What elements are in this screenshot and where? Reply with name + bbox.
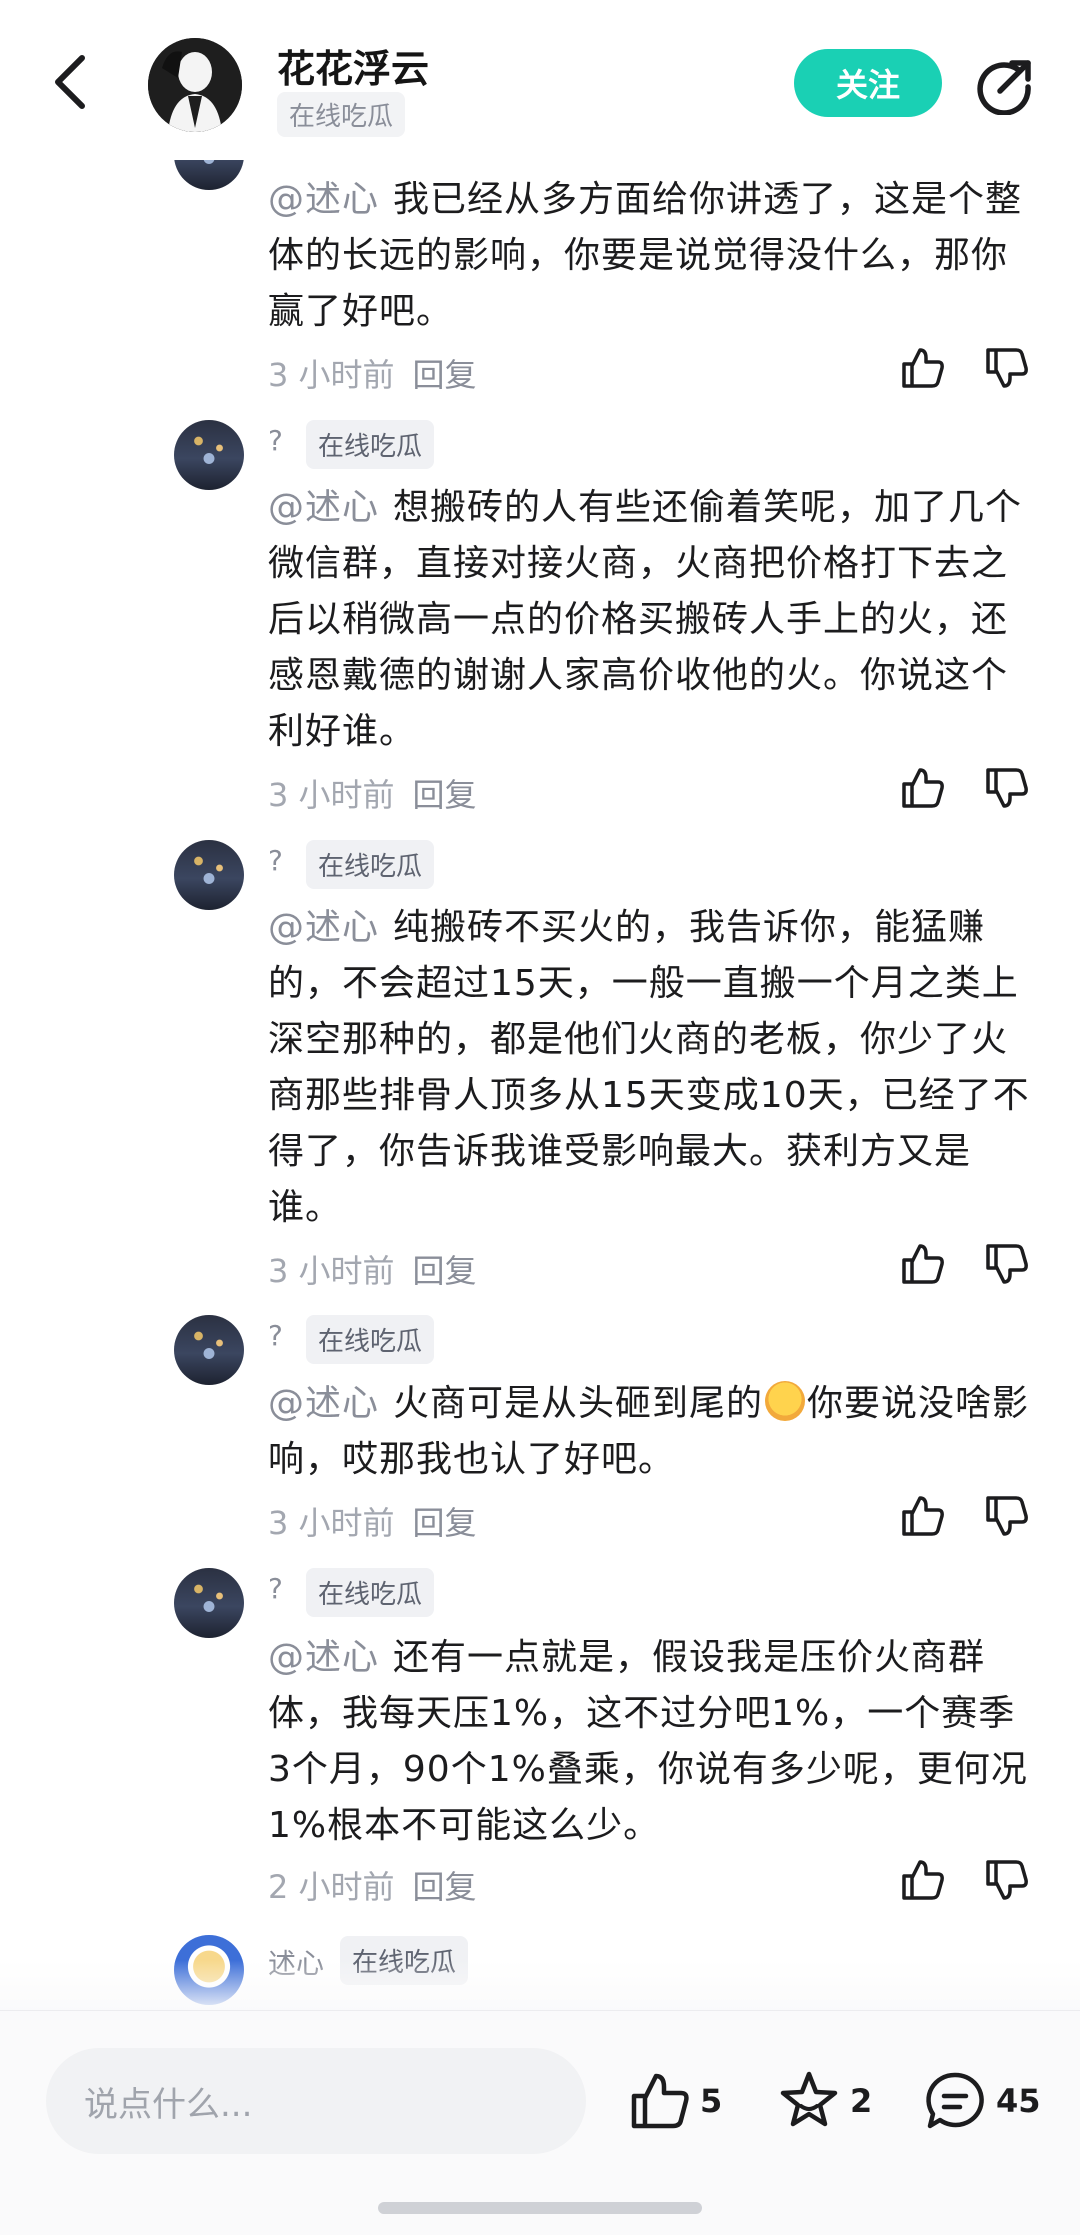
comment-text: @述心 火商可是从头砸到尾的 你要说没啥影响，哎那我也认了好吧。 xyxy=(268,1381,1030,1480)
commenter-name[interactable]: ? xyxy=(268,1572,283,1605)
commenter-avatar[interactable] xyxy=(174,1315,244,1385)
mention[interactable]: @述心 xyxy=(268,487,379,528)
thumbs-down-icon[interactable] xyxy=(982,344,1030,392)
commenter-avatar[interactable] xyxy=(174,420,244,490)
commenter-badge: 在线吃瓜 xyxy=(306,840,435,889)
favorite-count: 2 xyxy=(850,2082,873,2120)
commenter-badge: 在线吃瓜 xyxy=(306,1568,435,1617)
comment-bubble-icon xyxy=(926,2072,984,2129)
top-bar: 花花浮云 在线吃瓜 关注 xyxy=(0,0,1080,150)
comment-time: 3 小时前 xyxy=(268,1252,395,1290)
commenter-avatar[interactable] xyxy=(174,840,244,910)
favorite-count-button[interactable]: 2 xyxy=(776,2068,872,2134)
like-count: 5 xyxy=(700,2082,723,2120)
author-avatar[interactable] xyxy=(148,38,242,132)
emoji-icon xyxy=(765,1381,806,1421)
comment-time: 3 小时前 xyxy=(268,356,395,394)
thumbs-down-icon[interactable] xyxy=(982,1856,1030,1904)
author-badge: 在线吃瓜 xyxy=(277,92,406,137)
mention[interactable]: @述心 xyxy=(268,179,379,220)
reply-button[interactable]: 回复 xyxy=(413,776,477,814)
comment-time: 3 小时前 xyxy=(268,776,395,814)
commenter-badge: 在线吃瓜 xyxy=(306,1315,435,1364)
commenter-name[interactable]: ? xyxy=(268,1319,283,1352)
thumbs-up-icon[interactable] xyxy=(898,1492,946,1540)
reply-button[interactable]: 回复 xyxy=(413,1868,477,1906)
commenter-badge: 在线吃瓜 xyxy=(306,420,435,469)
comment-time: 2 小时前 xyxy=(268,1868,395,1906)
chevron-left-icon[interactable] xyxy=(50,52,90,112)
thumbs-up-icon[interactable] xyxy=(898,1240,946,1288)
thumbs-down-icon[interactable] xyxy=(982,1240,1030,1288)
like-count-button[interactable]: 5 xyxy=(626,2068,722,2134)
commenter-avatar[interactable] xyxy=(174,1568,244,1638)
comment-text: @述心 想搬砖的人有些还偷着笑呢，加了几个微信群，直接对接火商，火商把价格打下去之… xyxy=(268,487,1023,752)
mention[interactable]: @述心 xyxy=(268,1637,379,1678)
reply-button[interactable]: 回复 xyxy=(413,1504,477,1542)
share-icon[interactable] xyxy=(976,57,1034,115)
comment-meta: 3 小时前 回复 xyxy=(268,1498,477,1544)
thumbs-up-icon[interactable] xyxy=(898,1856,946,1904)
comment-time: 3 小时前 xyxy=(268,1504,395,1542)
comment-text: @述心 我已经从多方面给你讲透了，这是个整体的长远的影响，你要是说觉得没什么，那你… xyxy=(268,179,1023,332)
follow-button[interactable]: 关注 xyxy=(794,49,942,117)
reply-button[interactable]: 回复 xyxy=(413,356,477,394)
thumbs-up-icon[interactable] xyxy=(898,344,946,392)
comment-text: @述心 纯搬砖不买火的，我告诉你，能猛赚的，不会超过15天，一般一直搬一个月之类上… xyxy=(268,907,1030,1228)
star-icon xyxy=(780,2071,838,2127)
comment-meta: 3 小时前 回复 xyxy=(268,1246,477,1292)
author-name: 花花浮云 xyxy=(277,47,430,91)
thumbs-down-icon[interactable] xyxy=(982,1492,1030,1540)
mention[interactable]: @述心 xyxy=(268,907,379,948)
scroll-fade xyxy=(0,1960,1080,2015)
commenter-name[interactable]: ? xyxy=(268,424,283,457)
comment-meta: 2 小时前 回复 xyxy=(268,1862,477,1908)
thumbs-down-icon[interactable] xyxy=(982,764,1030,812)
thumbs-up-icon xyxy=(631,2073,689,2129)
home-indicator[interactable] xyxy=(378,2202,702,2214)
reply-button[interactable]: 回复 xyxy=(413,1252,477,1290)
mention[interactable]: @述心 xyxy=(268,1383,379,1424)
thumbs-up-icon[interactable] xyxy=(898,764,946,812)
comment-meta: 3 小时前 回复 xyxy=(268,770,477,816)
comment-meta: 3 小时前 回复 xyxy=(268,350,477,396)
comment-count-button[interactable]: 45 xyxy=(922,2068,1041,2134)
commenter-name[interactable]: ? xyxy=(268,844,283,877)
comment-count: 45 xyxy=(996,2082,1041,2120)
comment-input[interactable]: 说点什么... xyxy=(46,2048,586,2154)
comment-text: @述心 还有一点就是，假设我是压价火商群体，我每天压1%，这不过分吧1%，一个赛季… xyxy=(268,1637,1028,1846)
